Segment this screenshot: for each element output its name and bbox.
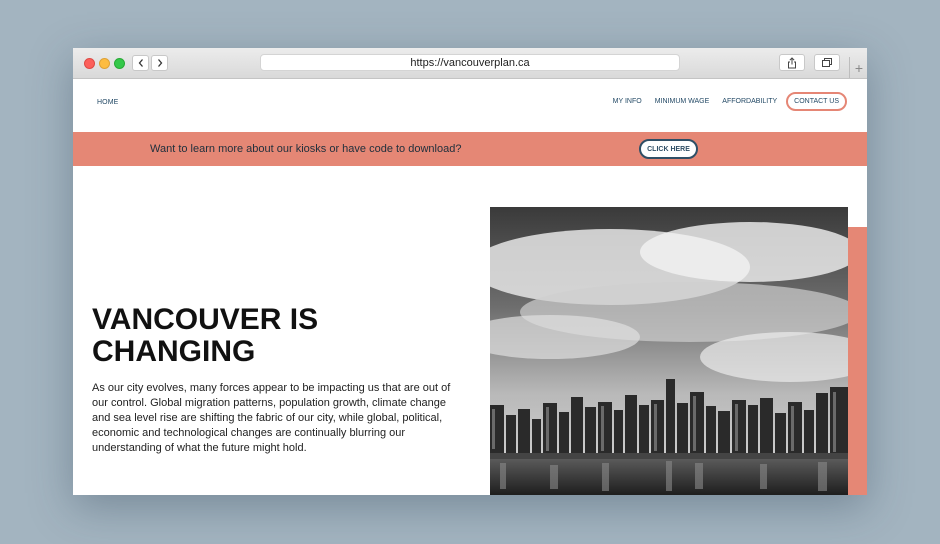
share-button[interactable]: [779, 54, 805, 71]
click-here-button[interactable]: CLICK HERE: [639, 139, 698, 159]
contact-us-button[interactable]: CONTACT US: [786, 91, 847, 111]
skyline-image: [490, 207, 848, 495]
back-button[interactable]: [132, 55, 149, 71]
nav-home-link[interactable]: HOME: [97, 99, 118, 106]
chevron-right-icon: [157, 59, 162, 67]
site-nav: HOME MY INFO MINIMUM WAGE AFFORDABILITY …: [73, 79, 867, 132]
minimize-window-button[interactable]: [99, 58, 110, 69]
forward-button[interactable]: [151, 55, 168, 71]
show-tabs-button[interactable]: [814, 54, 840, 71]
share-icon: [788, 56, 796, 68]
page-content: HOME MY INFO MINIMUM WAGE AFFORDABILITY …: [73, 79, 867, 495]
chevron-left-icon: [138, 59, 143, 67]
browser-titlebar: https://vancouverplan.ca +: [73, 48, 867, 79]
banner-text: Want to learn more about our kiosks or h…: [150, 143, 462, 155]
nav-menu: MY INFO MINIMUM WAGE AFFORDABILITY CONTA…: [600, 90, 847, 112]
accent-bar: [848, 227, 867, 495]
vancouver-skyline-photo: [490, 207, 848, 495]
tabs-icon: [822, 58, 832, 67]
hero-title: VANCOUVER IS CHANGING: [92, 303, 319, 368]
address-bar[interactable]: https://vancouverplan.ca: [260, 54, 680, 71]
new-tab-button[interactable]: +: [849, 57, 867, 78]
kiosk-banner: Want to learn more about our kiosks or h…: [73, 132, 867, 166]
hero-body: As our city evolves, many forces appear …: [92, 382, 451, 454]
nav-affordability-link[interactable]: AFFORDABILITY: [722, 98, 777, 105]
nav-my-info-link[interactable]: MY INFO: [613, 98, 642, 105]
zoom-window-button[interactable]: [114, 58, 125, 69]
browser-window: https://vancouverplan.ca + HOME MY INFO …: [73, 48, 867, 495]
nav-minimum-wage-link[interactable]: MINIMUM WAGE: [655, 98, 710, 105]
close-window-button[interactable]: [84, 58, 95, 69]
